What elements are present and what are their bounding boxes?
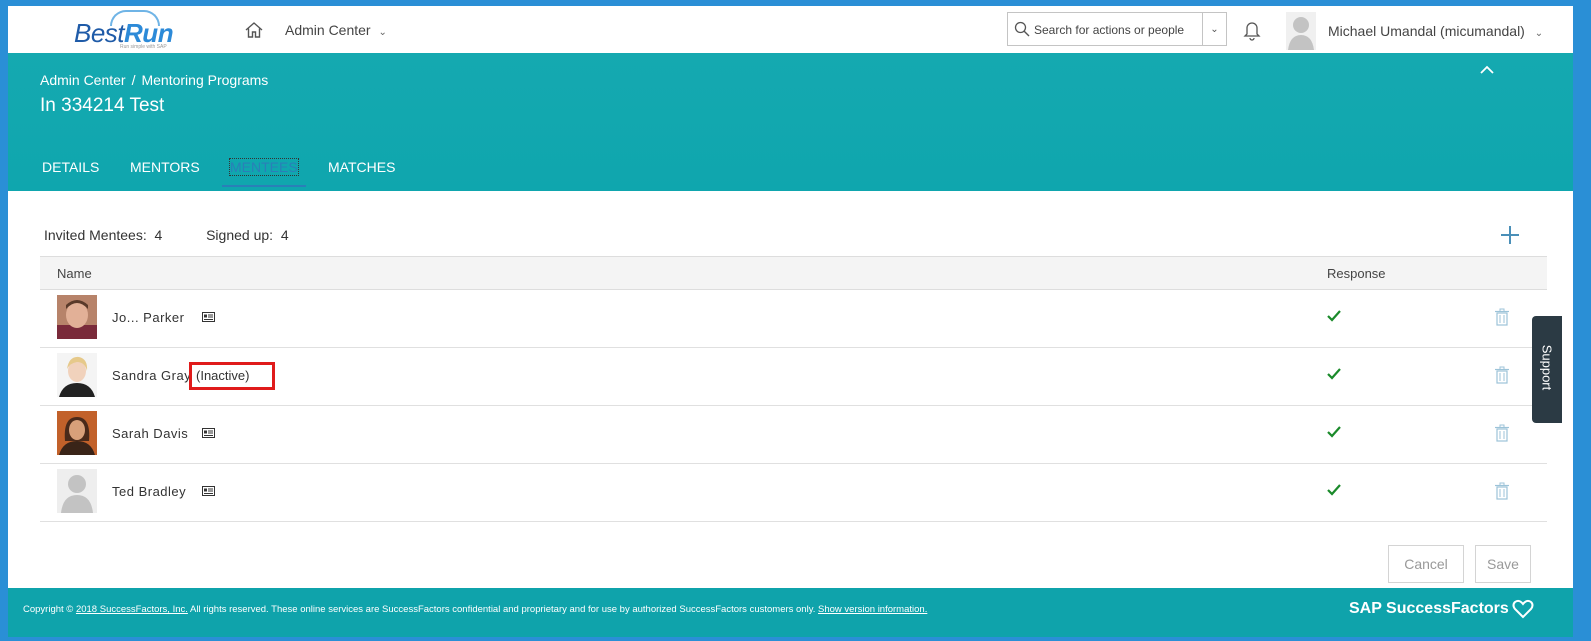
accepted-check-icon — [1327, 368, 1341, 380]
tab-mentors[interactable]: MENTORS — [122, 157, 208, 187]
table-row[interactable]: Sarah Davis — [40, 406, 1547, 464]
accepted-check-icon — [1327, 484, 1341, 496]
mentee-stats: Invited Mentees: 4 Signed up: 4 — [44, 227, 289, 243]
profile-card-icon[interactable] — [202, 486, 215, 496]
user-avatar[interactable] — [1286, 12, 1316, 50]
page-header: Admin Center / Mentoring Programs In 33421… — [8, 53, 1573, 191]
company-link[interactable]: 2018 SuccessFactors, Inc. — [76, 604, 188, 615]
save-button[interactable]: Save — [1475, 545, 1531, 583]
mentee-name[interactable]: Sarah Davis — [112, 426, 188, 441]
bestrun-logo[interactable]: BestRun Run simple with SAP — [74, 10, 174, 50]
accepted-check-icon — [1327, 310, 1341, 322]
table-row[interactable]: Sandra Gray (Inactive) — [40, 348, 1547, 406]
tab-mentees[interactable]: MENTEES — [222, 157, 306, 187]
mentee-photo[interactable] — [57, 295, 97, 339]
user-name-label: Michael Umandal (micumandal) — [1328, 23, 1525, 39]
tab-matches[interactable]: MATCHES — [320, 157, 403, 187]
breadcrumb-separator: / — [131, 72, 136, 88]
version-info-link[interactable]: Show version information. — [818, 604, 927, 615]
logo-tagline: Run simple with SAP — [120, 44, 167, 50]
breadcrumb-admin-center[interactable]: Admin Center — [40, 72, 126, 88]
mentee-name[interactable]: Jo... Parker — [112, 310, 184, 325]
collapse-header-icon[interactable] — [1478, 61, 1496, 79]
heart-icon — [1512, 599, 1534, 619]
table-header: Name Response — [40, 256, 1547, 290]
mentee-photo[interactable] — [57, 411, 97, 455]
delete-icon[interactable] — [1494, 308, 1510, 326]
delete-icon[interactable] — [1494, 366, 1510, 384]
user-menu[interactable]: Michael Umandal (micumandal) ⌄ — [1328, 23, 1543, 39]
admin-center-nav-dropdown[interactable]: Admin Center ⌄ — [285, 22, 387, 38]
profile-card-icon[interactable] — [202, 428, 215, 438]
copyright-text: All rights reserved. These online servic… — [190, 604, 816, 615]
column-header-response[interactable]: Response — [1327, 266, 1386, 281]
mentee-name[interactable]: Ted Bradley — [112, 484, 186, 499]
support-tab[interactable]: Support — [1532, 316, 1562, 423]
cancel-button[interactable]: Cancel — [1388, 545, 1464, 583]
breadcrumb: Admin Center / Mentoring Programs — [40, 72, 268, 88]
footer-copyright: Copyright © 2018 SuccessFactors, Inc. Al… — [23, 604, 927, 615]
table-row[interactable]: Ted Bradley — [40, 464, 1547, 522]
inactive-status-label: (Inactive) — [196, 368, 250, 383]
home-icon[interactable] — [244, 20, 264, 40]
mentee-photo[interactable] — [57, 353, 97, 397]
mentee-name[interactable]: Sandra Gray — [112, 368, 191, 383]
chevron-down-icon: ⌄ — [1534, 28, 1544, 39]
mentee-photo[interactable] — [57, 469, 97, 513]
admin-center-nav-label: Admin Center — [285, 22, 371, 38]
notification-bell-icon[interactable] — [1242, 19, 1262, 41]
support-label: Support — [1539, 344, 1555, 391]
footer: Copyright © 2018 SuccessFactors, Inc. Al… — [8, 588, 1573, 637]
search-input[interactable] — [1032, 14, 1202, 46]
copyright-prefix: Copyright © — [23, 604, 74, 615]
app-shell: BestRun Run simple with SAP Admin Center… — [8, 6, 1573, 637]
chevron-down-icon: ⌄ — [1210, 23, 1219, 35]
signed-up-count: 4 — [280, 227, 289, 243]
mentees-table: Name Response Jo... Parker Sandra Gray (… — [40, 256, 1547, 522]
top-bar: BestRun Run simple with SAP Admin Center… — [8, 6, 1573, 54]
profile-card-icon[interactable] — [202, 312, 215, 322]
action-bar: Cancel Save — [8, 538, 1573, 588]
delete-icon[interactable] — [1494, 424, 1510, 442]
accepted-check-icon — [1327, 426, 1341, 438]
mentees-panel: Invited Mentees: 4 Signed up: 4 Name Res… — [8, 191, 1573, 551]
breadcrumb-mentoring-programs[interactable]: Mentoring Programs — [141, 72, 268, 88]
table-row[interactable]: Jo... Parker — [40, 290, 1547, 348]
column-header-name[interactable]: Name — [57, 266, 92, 281]
tab-details[interactable]: DETAILS — [34, 157, 107, 187]
chevron-down-icon: ⌄ — [378, 27, 387, 38]
sap-successfactors-brand: SAP SuccessFactors — [1349, 600, 1509, 617]
logo-best-text: Best — [74, 18, 125, 48]
search-icon — [1014, 21, 1030, 37]
signed-up-label: Signed up: — [206, 227, 274, 243]
global-search: ⌄ — [1007, 12, 1227, 46]
page-title: In 334214 Test — [40, 95, 165, 116]
search-scope-dropdown[interactable]: ⌄ — [1202, 13, 1226, 45]
invited-label: Invited Mentees: — [44, 227, 147, 243]
add-mentee-icon[interactable] — [1499, 224, 1521, 246]
delete-icon[interactable] — [1494, 482, 1510, 500]
invited-count: 4 — [154, 227, 163, 243]
